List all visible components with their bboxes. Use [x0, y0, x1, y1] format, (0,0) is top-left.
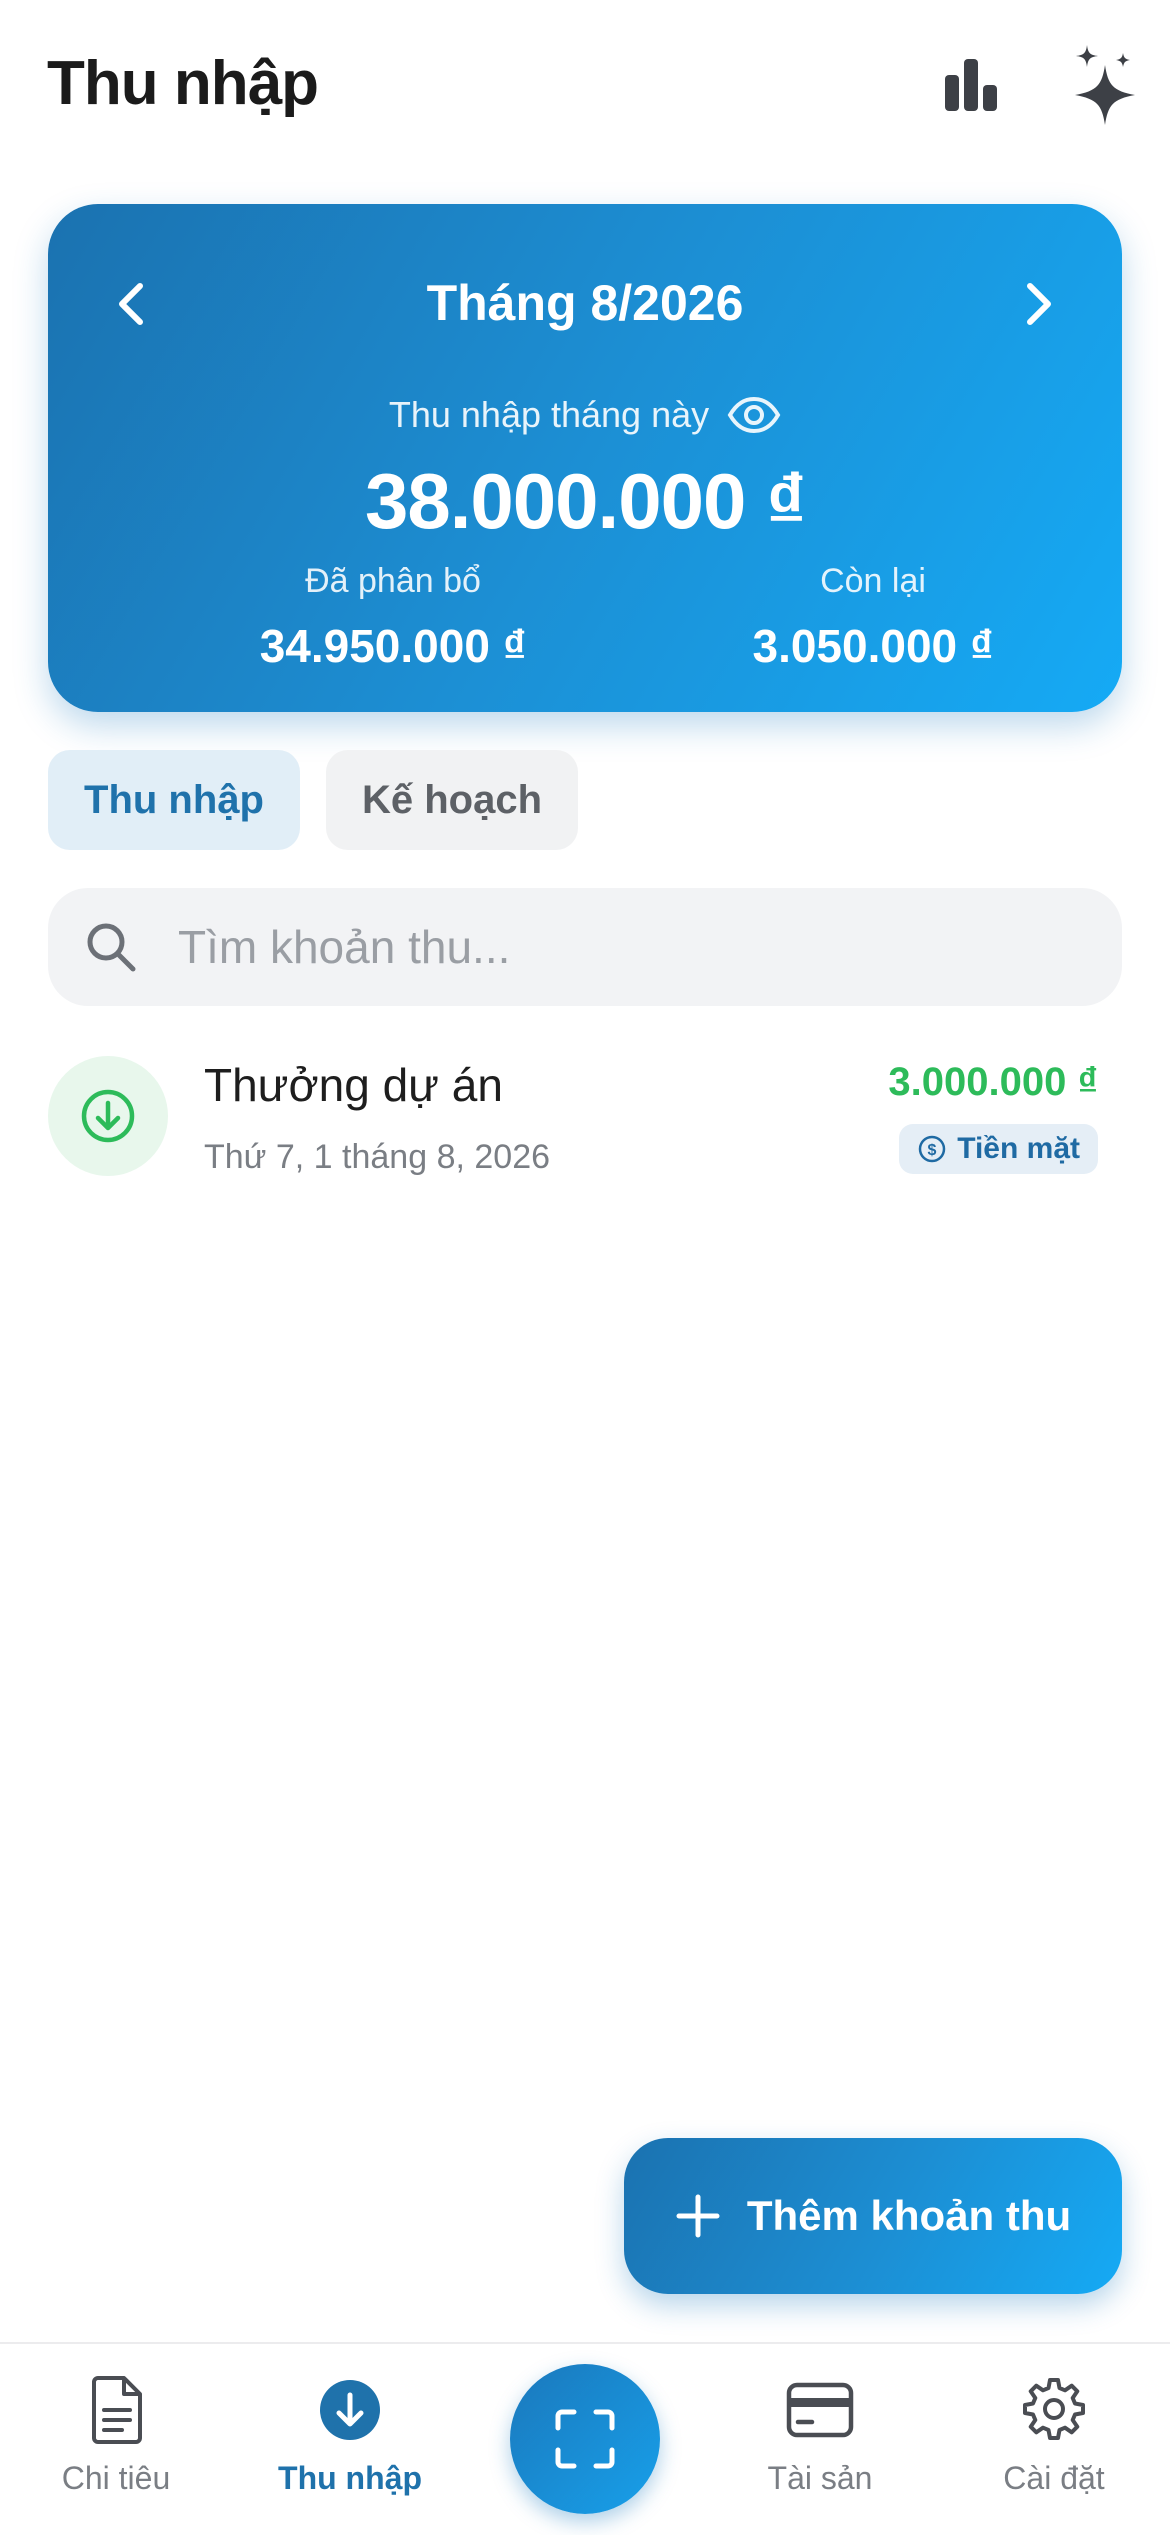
page-title: Thu nhập: [47, 49, 319, 118]
search-input[interactable]: [178, 888, 1078, 1006]
remaining-summary: Còn lại 3.050.000 ₫: [648, 562, 1098, 673]
income-amount: 38.000.000 ₫: [364, 457, 806, 545]
list-item[interactable]: Thưởng dự án Thứ 7, 1 tháng 8, 2026 3.00…: [48, 1050, 1122, 1190]
nav-label: Tài sản: [767, 2460, 873, 2496]
ai-assistant-button[interactable]: [1060, 40, 1150, 130]
add-income-button[interactable]: Thêm khoản thu: [624, 2138, 1122, 2294]
allocated-amount: 34.950.000 ₫: [259, 620, 527, 672]
bar-chart-icon: [945, 59, 997, 111]
gear-icon: [1018, 2374, 1090, 2446]
income-screen: Thu nhập Tháng 8/2026 Thu nhập tháng này…: [0, 0, 1170, 2535]
search-bar: [48, 888, 1122, 1006]
income-label: Thu nhập tháng này: [388, 394, 710, 435]
remaining-amount: 3.050.000 ₫: [752, 620, 994, 672]
search-icon: [78, 914, 144, 980]
month-label: Tháng 8/2026: [426, 275, 744, 331]
income-label-row: Thu nhập tháng này: [48, 394, 1122, 436]
plus-icon: [676, 2194, 720, 2238]
add-income-label: Thêm khoản thu: [746, 2192, 1072, 2239]
svg-text:$: $: [928, 1142, 937, 1159]
nav-label: Cài đặt: [1003, 2460, 1105, 2496]
nav-item-settings[interactable]: Cài đặt: [954, 2374, 1154, 2524]
remaining-label: Còn lại: [820, 562, 926, 600]
eye-icon: [727, 397, 781, 433]
dollar-circle-icon: $: [918, 1135, 946, 1163]
monthly-summary-card: Tháng 8/2026 Thu nhập tháng này 38.000.0…: [48, 204, 1122, 712]
nav-label: Chi tiêu: [61, 2460, 171, 2496]
tab-income[interactable]: Thu nhập: [48, 750, 300, 850]
allocated-summary: Đã phân bổ 34.950.000 ₫: [168, 562, 618, 673]
item-amount: 3.000.000 ₫: [888, 1060, 1098, 1104]
credit-card-icon: [784, 2374, 856, 2446]
item-date: Thứ 7, 1 tháng 8, 2026: [204, 1138, 551, 1176]
document-icon: [80, 2374, 152, 2446]
toggle-visibility-button[interactable]: [727, 397, 781, 433]
item-name: Thưởng dự án: [204, 1059, 503, 1111]
nav-item-expenses[interactable]: Chi tiêu: [16, 2374, 216, 2524]
payment-method-badge: $ Tiền mặt: [899, 1124, 1098, 1174]
chevron-right-icon: [1027, 283, 1051, 325]
arrow-down-circle-icon: [48, 1056, 168, 1176]
arrow-down-circle-icon: [314, 2374, 386, 2446]
scan-receipt-button[interactable]: [510, 2364, 660, 2514]
allocated-label: Đã phân bổ: [305, 562, 481, 600]
next-month-button[interactable]: [998, 264, 1078, 344]
scan-icon: [555, 2409, 615, 2469]
payment-method-label: Tiền mặt: [957, 1132, 1080, 1165]
nav-item-assets[interactable]: Tài sản: [720, 2374, 920, 2524]
sparkles-icon: [1075, 45, 1135, 125]
nav-label: Thu nhập: [278, 2460, 422, 2496]
month-selector: Tháng 8/2026: [48, 264, 1122, 344]
tab-plan[interactable]: Kế hoạch: [326, 750, 578, 850]
statistics-button[interactable]: [926, 40, 1016, 130]
nav-item-income[interactable]: Thu nhập: [250, 2374, 450, 2524]
app-header: Thu nhập: [0, 0, 1170, 170]
